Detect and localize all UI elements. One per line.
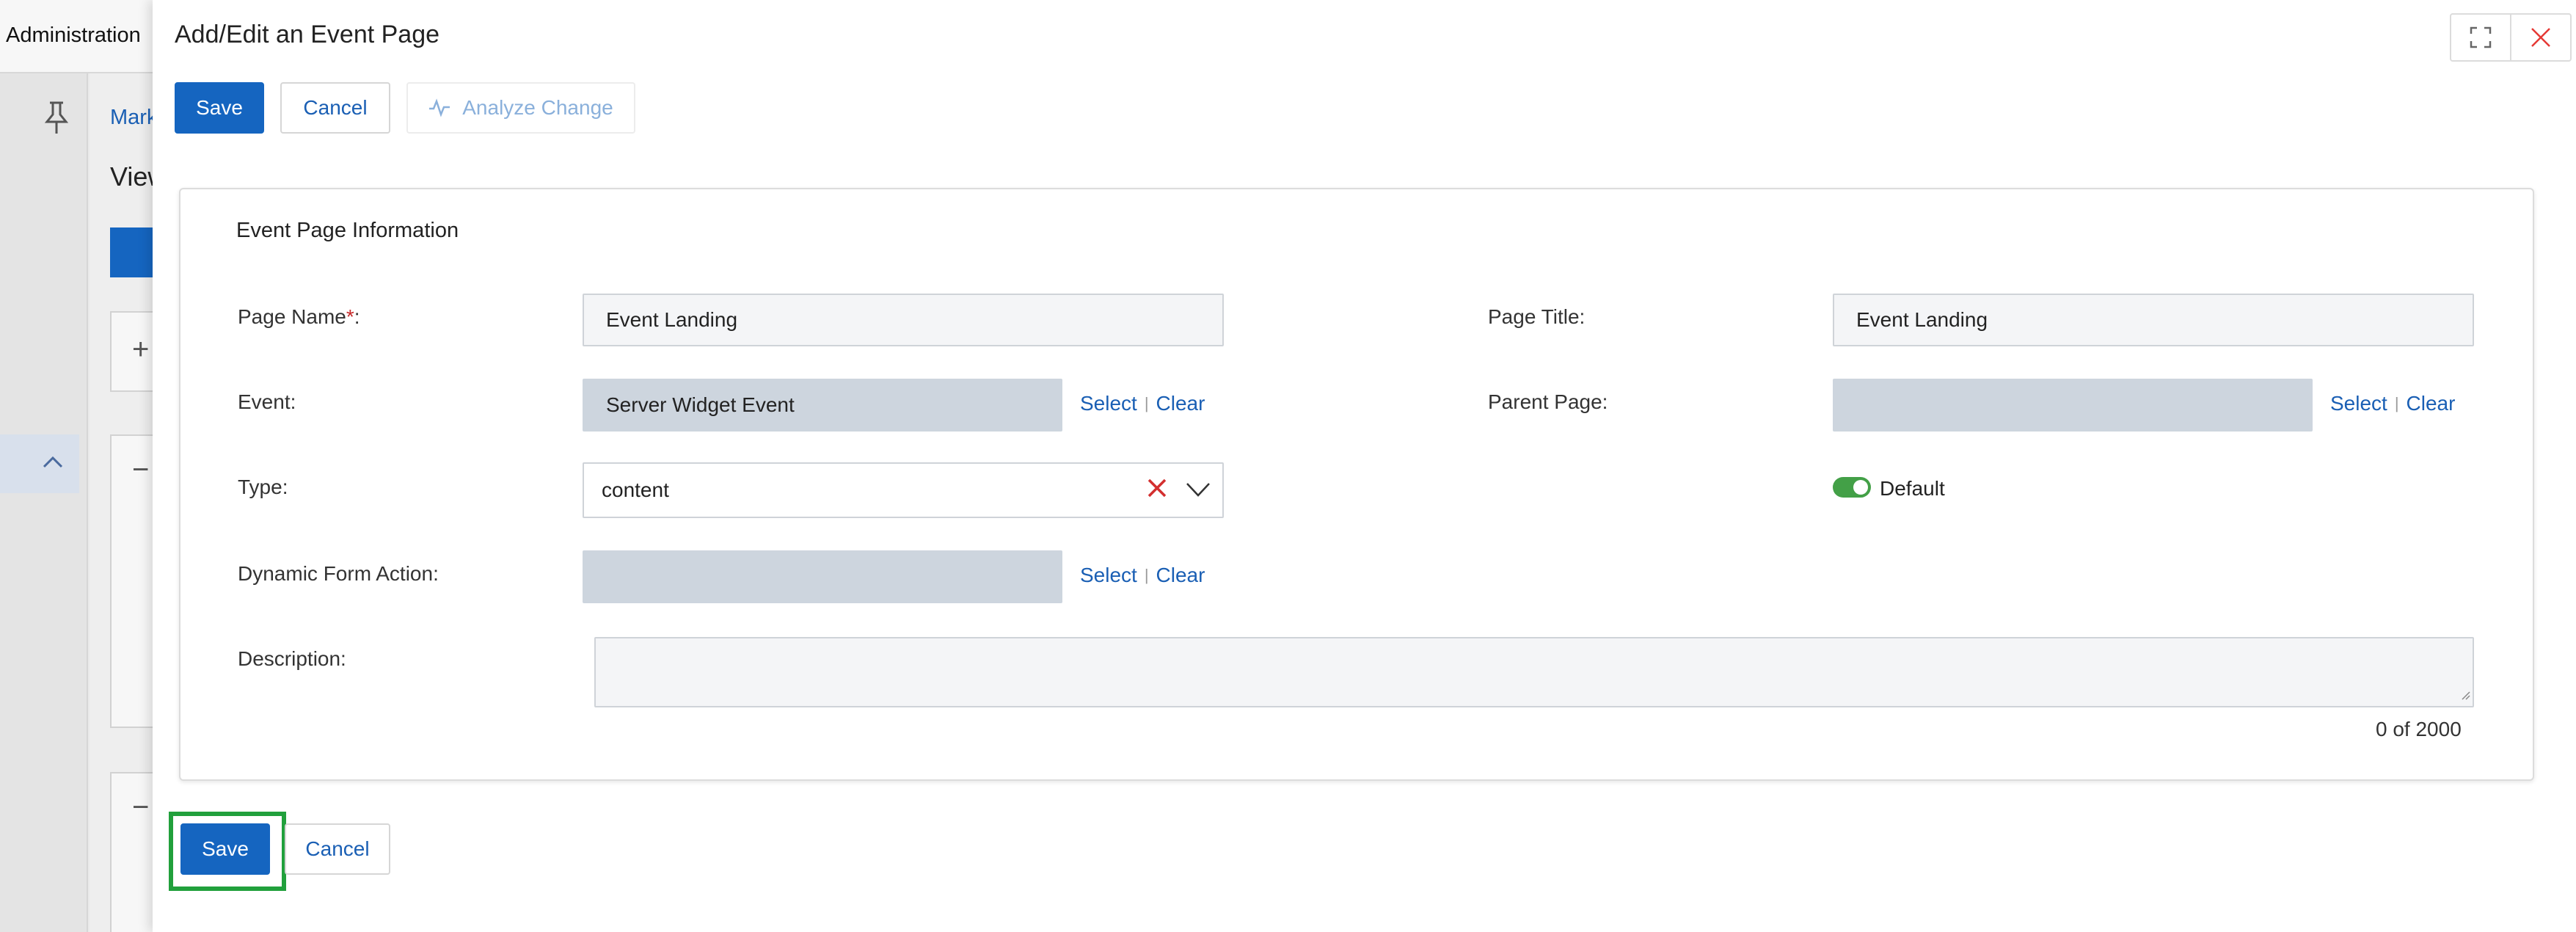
dynamic-form-action-label: Dynamic Form Action:	[238, 562, 439, 585]
close-icon	[2531, 28, 2550, 47]
type-dropdown[interactable]: content	[583, 462, 1224, 518]
cancel-button-bottom[interactable]: Cancel	[285, 823, 390, 875]
page-title-label: Page Title:	[1488, 305, 1586, 328]
event-label: Event:	[238, 390, 296, 413]
description-char-counter: 0 of 2000	[2376, 718, 2462, 740]
close-button[interactable]	[2510, 15, 2570, 60]
description-textarea[interactable]	[594, 637, 2474, 707]
type-label: Type:	[238, 476, 288, 498]
cancel-button-top[interactable]: Cancel	[280, 82, 390, 134]
page-name-label: Page Name*:	[238, 305, 360, 328]
page-title-input[interactable]: Event Landing	[1833, 294, 2474, 346]
dynamic-form-action-clear-link[interactable]: Clear	[1156, 564, 1205, 587]
save-button-top[interactable]: Save	[175, 82, 264, 134]
window-controls	[2450, 13, 2572, 62]
save-button-bottom[interactable]: Save	[180, 823, 270, 875]
parent-page-actions: Select | Clear	[2330, 392, 2456, 415]
event-page-modal: Add/Edit an Event Page Save Cancel Analy…	[153, 0, 2576, 932]
parent-page-input	[1833, 379, 2313, 432]
minus-icon[interactable]: −	[132, 454, 149, 487]
minus-icon[interactable]: −	[132, 791, 149, 824]
page-name-input[interactable]: Event Landing	[583, 294, 1224, 346]
clear-icon[interactable]	[1146, 477, 1168, 504]
chevron-up-icon	[43, 448, 63, 476]
plus-icon[interactable]: +	[132, 333, 149, 366]
parent-page-select-link[interactable]: Select	[2330, 392, 2387, 415]
breadcrumb-link[interactable]: Mark	[110, 106, 157, 130]
expand-icon	[2470, 26, 2492, 48]
event-select-link[interactable]: Select	[1080, 392, 1137, 415]
parent-page-label: Parent Page:	[1488, 390, 1608, 413]
background-sidebar	[0, 73, 88, 932]
resize-handle-icon[interactable]	[2459, 689, 2471, 705]
maximize-button[interactable]	[2451, 15, 2510, 60]
analyze-change-label: Analyze Change	[462, 96, 613, 119]
dynamic-form-action-actions: Select | Clear	[1080, 564, 1205, 587]
event-actions: Select | Clear	[1080, 392, 1205, 415]
event-page-information-panel: Event Page Information Page Name*: Event…	[179, 188, 2534, 781]
default-toggle[interactable]	[1833, 477, 1871, 498]
modal-title: Add/Edit an Event Page	[175, 21, 440, 48]
panel-title: Event Page Information	[236, 219, 459, 242]
background-topbar: Administration	[0, 0, 154, 73]
activity-icon	[429, 98, 450, 117]
sidebar-active-item[interactable]	[0, 434, 79, 493]
dynamic-form-action-input	[583, 550, 1062, 603]
type-selected-value: content	[602, 478, 669, 501]
event-input: Server Widget Event	[583, 379, 1062, 432]
description-label: Description:	[238, 647, 346, 670]
dynamic-form-action-select-link[interactable]: Select	[1080, 564, 1137, 587]
app-title: Administration	[6, 23, 141, 47]
event-clear-link[interactable]: Clear	[1156, 392, 1205, 415]
required-mark: *	[346, 305, 354, 328]
parent-page-clear-link[interactable]: Clear	[2407, 392, 2456, 415]
default-toggle-label: Default	[1880, 477, 1945, 500]
pin-icon[interactable]	[44, 101, 69, 142]
chevron-down-icon[interactable]	[1186, 480, 1211, 503]
analyze-change-button: Analyze Change	[406, 82, 635, 134]
